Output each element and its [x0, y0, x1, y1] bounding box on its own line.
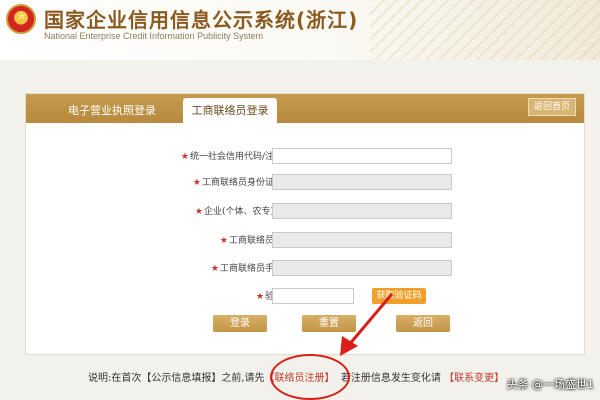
header-decoration	[370, 0, 600, 60]
site-subtitle: National Enterprise Credit Information P…	[44, 31, 264, 41]
credit-code-row: ★统一社会信用代码/注册号	[26, 148, 584, 164]
watermark-text: 头条 @一场盛世1	[506, 378, 595, 391]
national-emblem-icon	[6, 4, 36, 34]
enterprise-input[interactable]	[272, 203, 452, 219]
id-row: ★工商联络员身份证号码	[26, 174, 584, 190]
required-star-icon: ★	[194, 207, 203, 217]
required-star-icon: ★	[180, 152, 189, 162]
note-prefix: 说明:在首次【公示信息填报】之前,请先	[88, 373, 265, 384]
tab-electronic-license-login[interactable]: 电子营业执照登录	[52, 98, 172, 123]
annotation-arrow-icon	[340, 293, 394, 356]
captcha-row: ★验证码	[26, 288, 584, 304]
credit-code-input[interactable]	[272, 148, 452, 164]
required-star-icon: ★	[192, 178, 201, 188]
required-star-icon: ★	[255, 292, 264, 302]
name-input[interactable]	[272, 232, 452, 248]
enterprise-row: ★企业(个体、农专)名称	[26, 203, 584, 219]
login-panel: 电子营业执照登录 工商联络员登录 返回首页 ★统一社会信用代码/注册号 ★工商联…	[25, 93, 585, 355]
required-star-icon: ★	[219, 236, 228, 246]
site-title: 国家企业信用信息公示系统(浙江)	[44, 8, 359, 32]
phone-input[interactable]	[272, 260, 452, 276]
annotation-circle	[270, 354, 350, 400]
note-middle: 若注册信息发生变化请	[340, 373, 441, 384]
name-row: ★工商联络员姓名	[26, 232, 584, 248]
contact-change-link[interactable]: 【联系变更】	[444, 373, 504, 384]
id-input[interactable]	[272, 174, 452, 190]
phone-row: ★工商联络员手机号	[26, 260, 584, 276]
tab-bar: 电子营业执照登录 工商联络员登录 返回首页	[26, 94, 584, 123]
site-header: 国家企业信用信息公示系统(浙江) National Enterprise Cre…	[0, 0, 600, 60]
login-button[interactable]: 登录	[213, 315, 267, 332]
tab-liaison-login[interactable]: 工商联络员登录	[183, 98, 277, 123]
required-star-icon: ★	[210, 264, 219, 274]
back-button[interactable]: 返回	[396, 315, 450, 332]
back-home-button[interactable]: 返回首页	[528, 98, 576, 116]
